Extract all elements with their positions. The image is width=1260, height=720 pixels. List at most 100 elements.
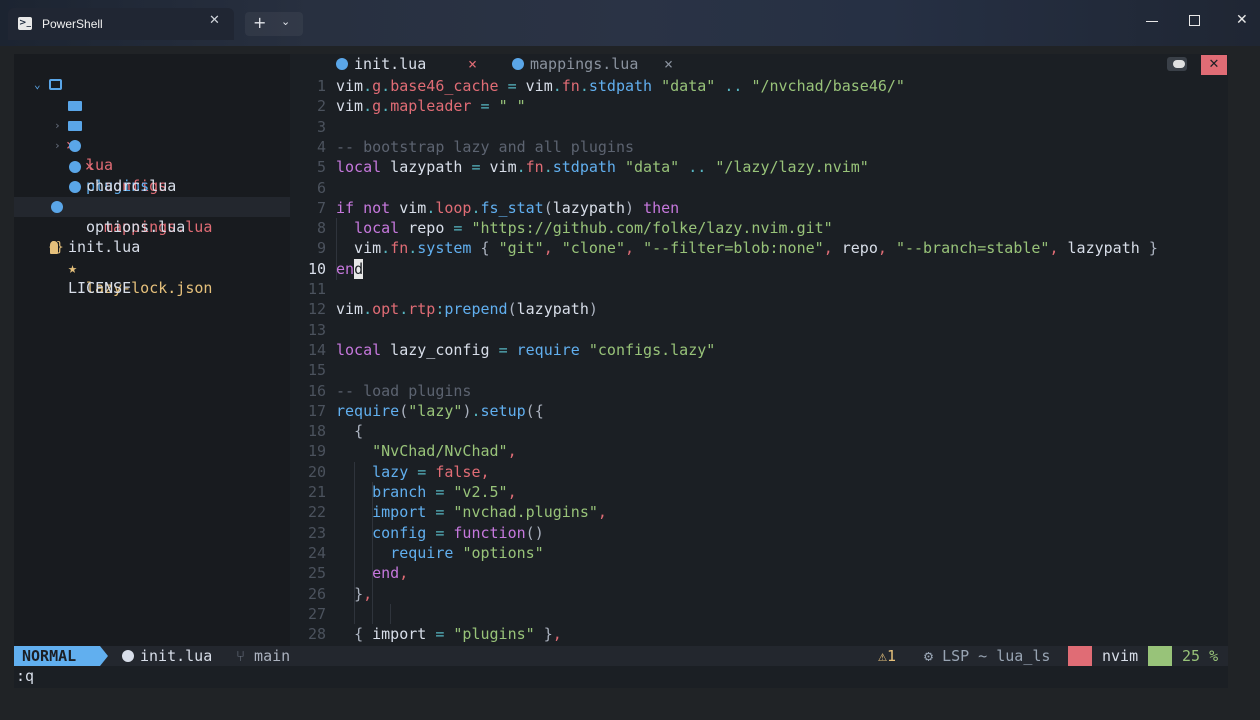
- lua-icon: [69, 181, 81, 193]
- line-number: 13: [307, 320, 326, 339]
- tab-dropdown-icon[interactable]: ⌄: [281, 15, 290, 28]
- code-line[interactable]: local lazypath = vim.fn.stdpath "data" .…: [336, 157, 869, 177]
- folder-open-icon: [49, 79, 62, 90]
- star-icon: ★: [68, 259, 78, 277]
- tab-label: mappings.lua: [530, 55, 639, 73]
- line-number: 22: [307, 503, 326, 522]
- line-number: 19: [307, 442, 326, 461]
- mode-indicator: NORMAL: [14, 646, 100, 666]
- status-file-label: init.lua: [140, 647, 213, 665]
- line-number: 25: [307, 564, 326, 583]
- code-line[interactable]: vim.g.mapleader = " ": [336, 96, 526, 116]
- line-number: 18: [307, 422, 326, 441]
- close-window-button[interactable]: ✕: [1236, 12, 1248, 28]
- code-line[interactable]: end,: [336, 563, 408, 583]
- line-number: 14: [307, 340, 326, 359]
- text-cursor: d: [354, 258, 364, 279]
- tree-item-mappings[interactable]: × mappings.lua: [14, 157, 290, 236]
- chevron-down-icon: ⌄: [34, 78, 41, 91]
- line-number: 17: [307, 401, 326, 420]
- code-line[interactable]: { import = "plugins" },: [336, 624, 562, 644]
- lua-icon: [51, 201, 63, 213]
- status-branch: ⑂ main: [236, 646, 290, 666]
- tree-item-license[interactable]: LICENSE: [14, 238, 290, 297]
- toggle-knob: [1173, 60, 1185, 68]
- tab-close-icon[interactable]: ×: [664, 54, 673, 74]
- code-line[interactable]: },: [336, 584, 372, 604]
- lua-icon: [336, 58, 348, 70]
- status-lsp: ⚙ LSP ~ lua_ls: [924, 646, 1050, 666]
- line-number: 4: [316, 137, 326, 156]
- tree-root-lua[interactable]: ⌄ × lua: [14, 75, 290, 174]
- code-line[interactable]: vim.fn.system { "git", "clone", "--filte…: [336, 238, 1158, 258]
- code-line[interactable]: local lazy_config = require "configs.laz…: [336, 340, 715, 360]
- line-number: 10: [307, 259, 326, 278]
- tree-item-lazy-lock[interactable]: {} ★ lazy-lock.json: [14, 218, 290, 297]
- status-cwd: nvim: [1102, 647, 1139, 665]
- gear-icon: ⚙: [924, 647, 934, 665]
- code-line[interactable]: vim.opt.rtp:prepend(lazypath): [336, 299, 598, 319]
- git-branch-icon: ⑂: [236, 647, 246, 665]
- line-number: 2: [316, 97, 326, 116]
- code-line[interactable]: {: [336, 421, 363, 441]
- line-number: 11: [307, 280, 326, 298]
- minimize-button[interactable]: [1146, 21, 1158, 22]
- terminal-area[interactable]: ⌄ × lua › × configs › plugins chadrc.lua…: [14, 54, 1228, 688]
- code-line[interactable]: vim.g.base46_cache = vim.fn.stdpath "dat…: [336, 76, 905, 96]
- line-number: 8: [316, 219, 326, 238]
- status-file: init.lua: [122, 646, 212, 666]
- lua-icon: [122, 650, 134, 662]
- code-line[interactable]: "NvChad/NvChad",: [336, 441, 517, 461]
- status-position: 25 %: [1182, 647, 1219, 665]
- tab-close-icon[interactable]: ×: [468, 54, 477, 74]
- code-line[interactable]: local repo = "https://github.com/folke/l…: [336, 218, 833, 238]
- file-tree: ⌄ × lua › × configs › plugins chadrc.lua…: [14, 54, 290, 646]
- folder-icon: [1068, 646, 1092, 666]
- statusline: NORMAL init.lua ⑂ main ⚠1 ⚙ LSP ~ lua_ls…: [14, 646, 1228, 666]
- tab-init-lua[interactable]: init.lua ×: [334, 54, 514, 74]
- lua-icon: [69, 161, 81, 173]
- new-tab-button[interactable]: +: [253, 13, 266, 32]
- close-buffer-button[interactable]: ✕: [1201, 55, 1227, 75]
- code-line[interactable]: -- bootstrap lazy and all plugins: [336, 137, 634, 157]
- code-line[interactable]: lazy = false,: [336, 462, 489, 482]
- maximize-button[interactable]: [1189, 15, 1200, 26]
- code-line[interactable]: branch = "v2.5",: [336, 482, 517, 502]
- code-line[interactable]: if not vim.loop.fs_stat(lazypath) then: [336, 198, 679, 218]
- license-icon: [50, 241, 58, 254]
- code-line[interactable]: -- load plugins: [336, 381, 471, 401]
- code-line[interactable]: end: [336, 258, 364, 279]
- mode-text: NORMAL: [22, 647, 77, 665]
- lsp-label: LSP ~ lua_ls: [942, 647, 1051, 665]
- terminal-tab[interactable]: >_ PowerShell ✕: [8, 8, 234, 40]
- mode-separator: [100, 646, 108, 666]
- code-editor[interactable]: 1 vim.g.base46_cache = vim.fn.stdpath "da…: [290, 76, 1228, 648]
- line-number: 26: [307, 584, 326, 603]
- warning-icon: ⚠: [878, 647, 888, 665]
- line-number: 6: [316, 178, 326, 197]
- tab-close-icon[interactable]: ✕: [209, 13, 220, 28]
- line-number: 28: [307, 625, 326, 644]
- line-number: 1: [316, 77, 326, 95]
- line-number: 20: [307, 462, 326, 481]
- tree-item-options[interactable]: options.lua: [14, 177, 290, 236]
- code-line[interactable]: require "options": [336, 543, 544, 563]
- line-number: 21: [307, 483, 326, 501]
- tree-item-init[interactable]: init.lua: [14, 197, 290, 256]
- command-line[interactable]: :q: [16, 666, 34, 686]
- line-number: 7: [316, 198, 326, 217]
- warning-count: 1: [887, 647, 897, 665]
- lua-icon: [512, 58, 524, 70]
- tree-item-configs[interactable]: › × configs: [14, 96, 290, 195]
- code-line[interactable]: import = "nvchad.plugins",: [336, 502, 607, 522]
- tab-mappings-lua[interactable]: mappings.lua ×: [510, 54, 690, 74]
- tree-item-plugins[interactable]: › plugins: [14, 116, 290, 195]
- line-number: 27: [307, 604, 326, 623]
- tree-label: LICENSE: [68, 279, 132, 297]
- line-number: 5: [316, 158, 326, 177]
- code-line[interactable]: require("lazy").setup({: [336, 401, 544, 421]
- tree-item-chadrc[interactable]: chadrc.lua: [14, 136, 290, 195]
- status-warnings[interactable]: ⚠1: [878, 646, 896, 666]
- code-line[interactable]: config = function(): [336, 523, 544, 543]
- tab-label: init.lua: [354, 55, 427, 73]
